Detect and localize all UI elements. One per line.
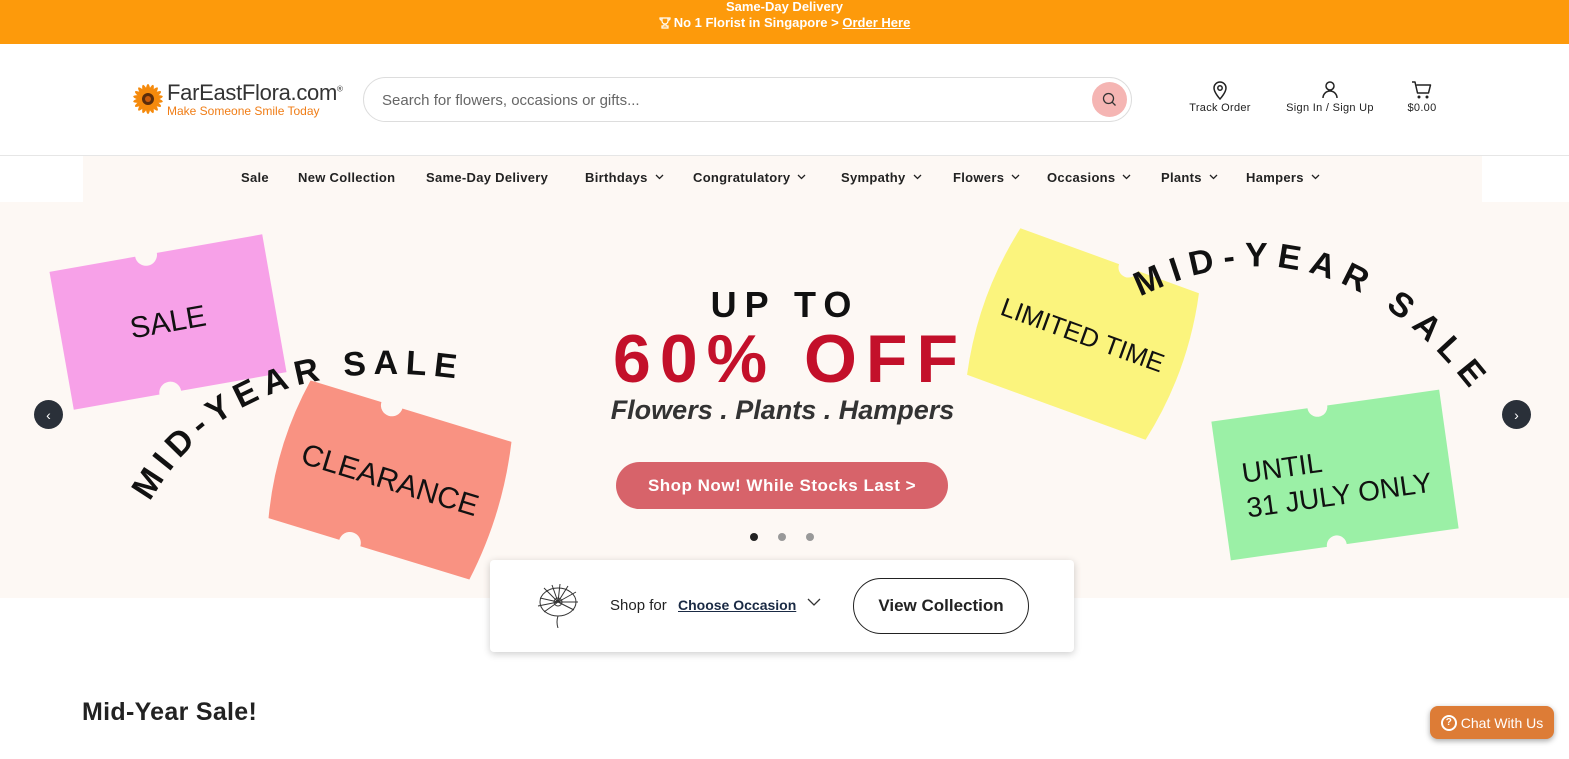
- location-pin-icon: [1213, 81, 1227, 100]
- logo[interactable]: FarEastFlora.com® Make Someone Smile Tod…: [131, 80, 351, 124]
- nav-item-birthdays[interactable]: Birthdays: [585, 170, 664, 185]
- search-bar: [363, 77, 1132, 122]
- logo-name: FarEastFlora.com®: [167, 80, 343, 105]
- logo-tagline: Make Someone Smile Today: [167, 104, 320, 118]
- nav-item-new-collection[interactable]: New Collection: [298, 170, 395, 185]
- search-icon: [1102, 92, 1116, 106]
- chat-label: Chat With Us: [1460, 714, 1544, 731]
- track-order-label: Track Order: [1189, 102, 1251, 114]
- order-here-link[interactable]: Order Here: [842, 15, 910, 30]
- chevron-down-icon: [797, 174, 806, 180]
- chevron-down-icon: [1011, 174, 1020, 180]
- until-tag: UNTIL 31 JULY ONLY: [1211, 389, 1459, 561]
- section-title: Mid-Year Sale!: [82, 698, 258, 726]
- nav-item-sympathy[interactable]: Sympathy: [841, 170, 922, 185]
- clearance-tag: CLEARANCE: [268, 380, 512, 580]
- carousel-prev-button[interactable]: ‹: [34, 400, 63, 429]
- main-nav: Sale New Collection Same-Day Delivery Bi…: [83, 156, 1482, 202]
- nav-item-hampers[interactable]: Hampers: [1246, 170, 1320, 185]
- hero-banner[interactable]: SALE CLEARANCE MID-YEAR SALE LIMITED TIM…: [0, 202, 1569, 598]
- chevron-down-icon: [913, 174, 921, 180]
- shop-now-button[interactable]: Shop Now! While Stocks Last >: [616, 462, 948, 509]
- user-icon: [1322, 81, 1338, 99]
- hero-discount: 60% OFF: [613, 321, 967, 397]
- nav-item-plants[interactable]: Plants: [1161, 170, 1218, 185]
- chevron-down-icon: [1123, 174, 1131, 180]
- flower-sketch-icon: [537, 583, 578, 628]
- site-header: FarEastFlora.com® Make Someone Smile Tod…: [0, 44, 1569, 156]
- track-order-button[interactable]: Track Order: [1186, 80, 1254, 114]
- shop-for-label: Shop for: [610, 597, 667, 614]
- view-collection-button[interactable]: View Collection: [853, 578, 1029, 634]
- carousel-dot-3[interactable]: [806, 533, 814, 541]
- search-input[interactable]: [382, 88, 1072, 112]
- sign-in-label: Sign In / Sign Up: [1286, 102, 1374, 114]
- gerbera-logo-icon: [133, 84, 163, 114]
- nav-item-congratulatory[interactable]: Congratulatory: [693, 170, 806, 185]
- chevron-left-icon: ‹: [46, 406, 51, 423]
- cart-icon: [1412, 81, 1432, 99]
- occasion-select[interactable]: Choose Occasion: [678, 597, 796, 613]
- chat-with-us-button[interactable]: ? Chat With Us: [1430, 706, 1554, 739]
- announcement-bar: Same-Day Delivery No 1 Florist in Singap…: [0, 0, 1569, 44]
- carousel-dot-1[interactable]: [750, 533, 758, 541]
- announcement-text: No 1 Florist in Singapore >: [673, 15, 839, 30]
- nav-item-sale[interactable]: Sale: [241, 170, 269, 185]
- chevron-down-icon: [655, 174, 664, 180]
- nav-item-flowers[interactable]: Flowers: [953, 170, 1020, 185]
- chevron-down-icon: [1209, 174, 1218, 180]
- cart-total: $0.00: [1407, 102, 1437, 114]
- carousel-next-button[interactable]: ›: [1502, 400, 1531, 429]
- occasion-finder: Shop for Choose Occasion View Collection: [490, 560, 1074, 652]
- cart-button[interactable]: $0.00: [1402, 80, 1442, 114]
- chevron-down-icon[interactable]: [807, 598, 821, 607]
- sign-in-button[interactable]: Sign In / Sign Up: [1280, 80, 1380, 114]
- hero-categories: Flowers . Plants . Hampers: [610, 395, 955, 425]
- announcement-line-1: Same-Day Delivery: [725, 0, 844, 14]
- chevron-right-icon: ›: [1514, 406, 1519, 423]
- carousel-dot-2[interactable]: [778, 533, 786, 541]
- announcement-line-2: No 1 Florist in Singapore > Order Here: [0, 16, 1569, 30]
- search-button[interactable]: [1092, 82, 1127, 117]
- help-icon: ?: [1440, 714, 1457, 731]
- trophy-icon: [659, 17, 671, 29]
- nav-item-same-day-delivery[interactable]: Same-Day Delivery: [426, 170, 548, 185]
- chevron-down-icon: [1311, 174, 1320, 180]
- nav-item-occasions[interactable]: Occasions: [1047, 170, 1131, 185]
